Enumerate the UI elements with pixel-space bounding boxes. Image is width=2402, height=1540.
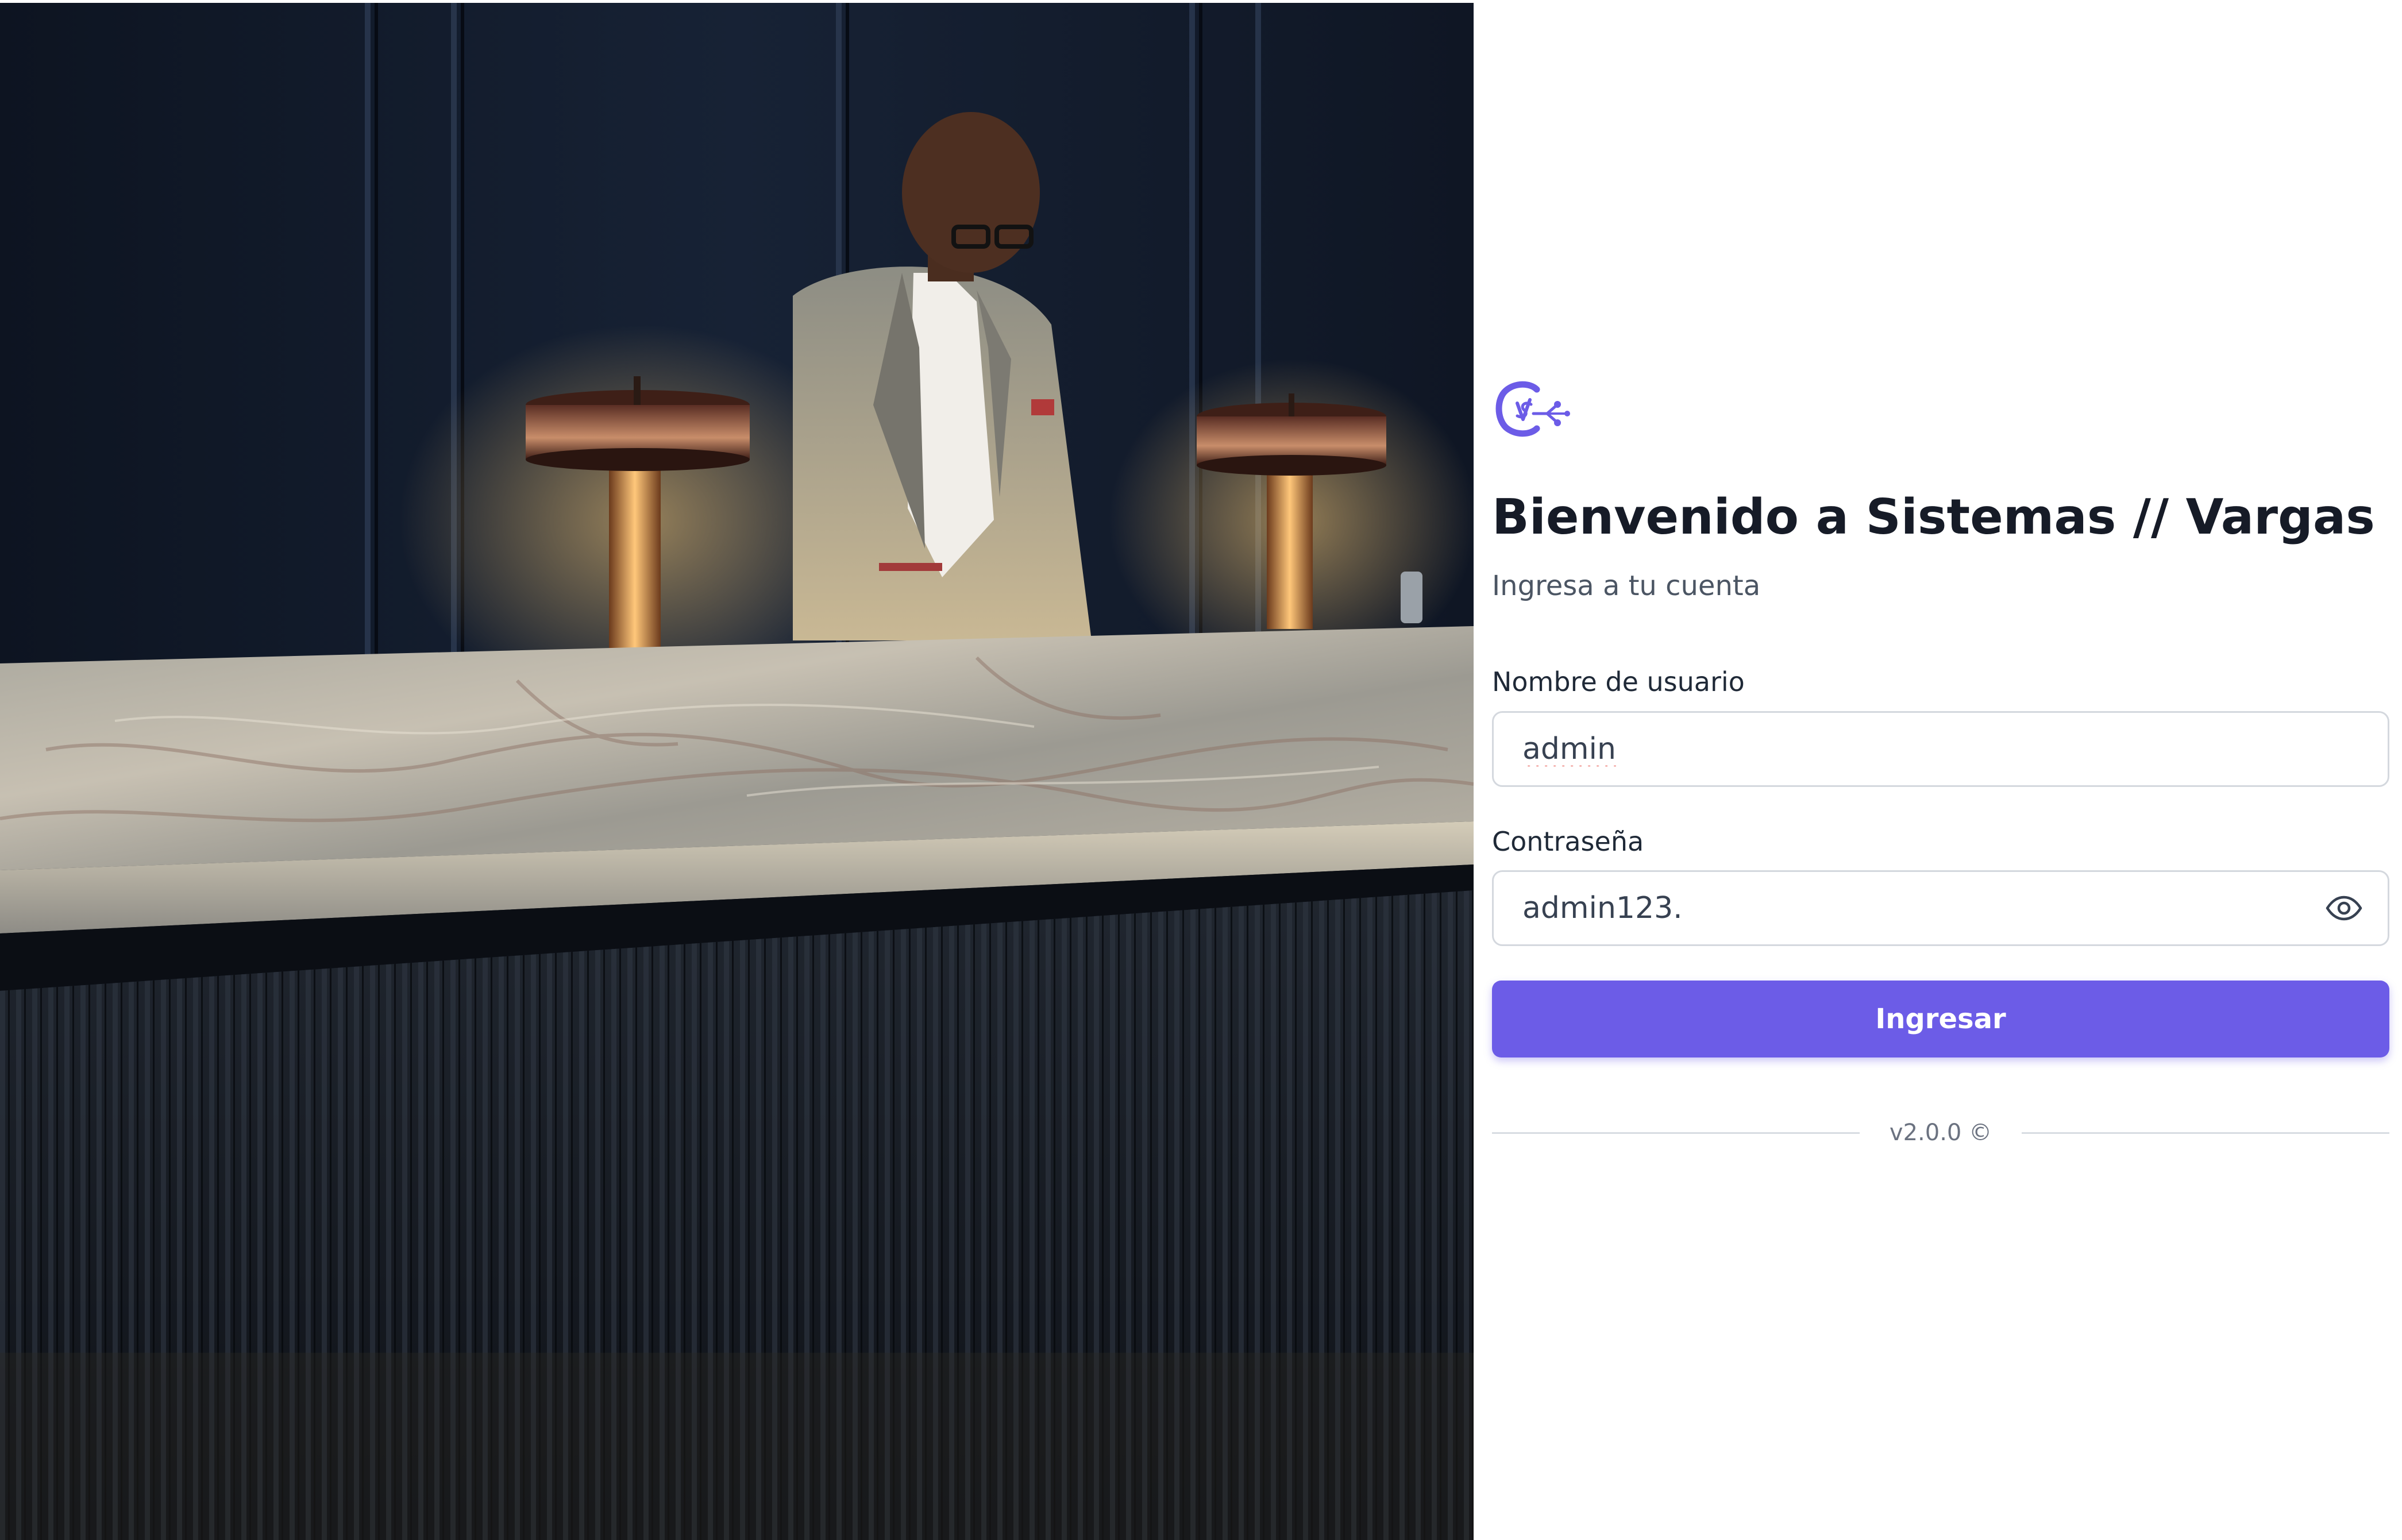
username-input[interactable] xyxy=(1492,711,2389,787)
divider-left xyxy=(1492,1132,1860,1134)
divider-right xyxy=(2022,1132,2389,1134)
username-label: Nombre de usuario xyxy=(1492,666,1745,697)
footer: v2.0.0 © xyxy=(1492,1118,2389,1147)
login-panel: Bienvenido a Sistemas // Vargas Ingresa … xyxy=(1492,0,2389,1540)
hero-photo xyxy=(0,3,1474,1540)
password-input[interactable] xyxy=(1492,870,2389,946)
login-button[interactable]: Ingresar xyxy=(1492,981,2389,1057)
version-label: v2.0.0 © xyxy=(1889,1120,1992,1146)
password-label: Contraseña xyxy=(1492,826,1644,857)
page-title: Bienvenido a Sistemas // Vargas xyxy=(1492,489,2375,546)
sv-monogram-logo-icon xyxy=(1492,379,1572,440)
eye-icon[interactable] xyxy=(2324,890,2364,927)
page-subtitle: Ingresa a tu cuenta xyxy=(1492,570,1761,602)
